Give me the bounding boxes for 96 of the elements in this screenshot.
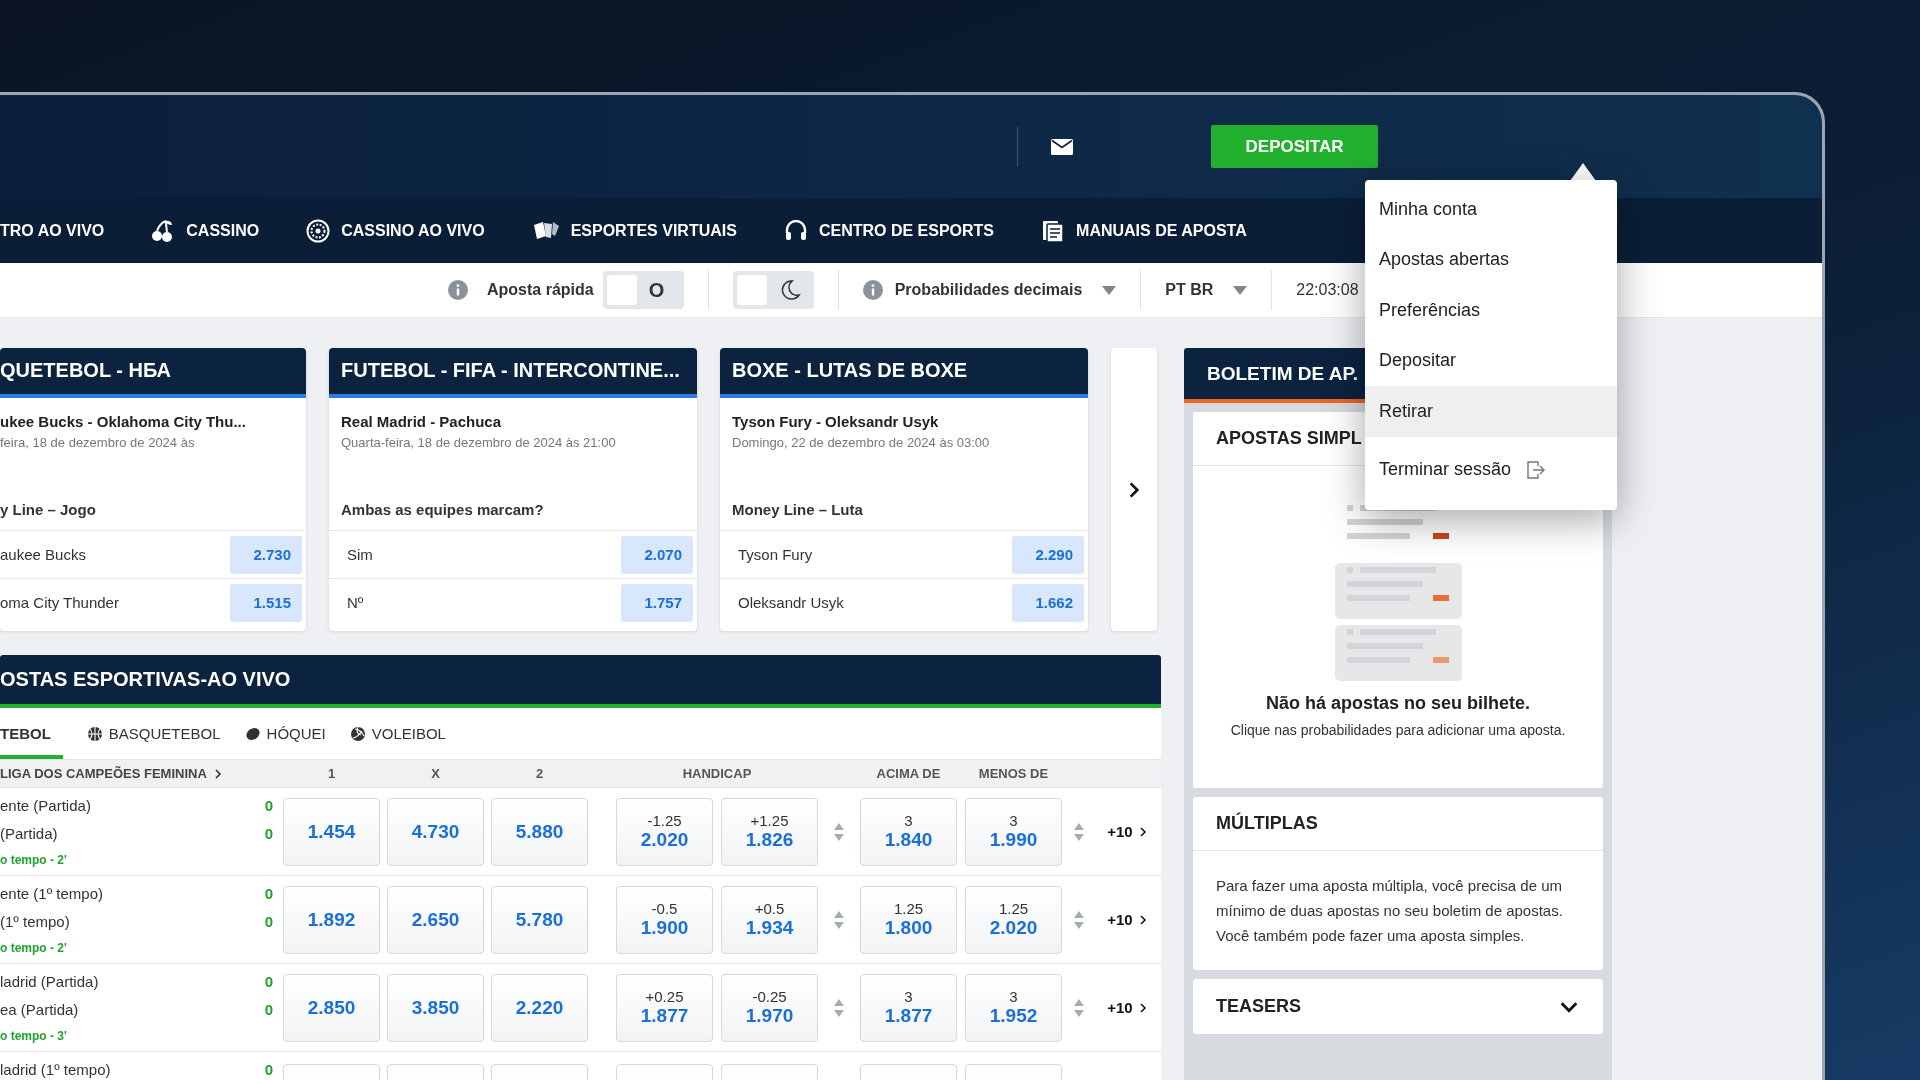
match-time: o tempo - 2' <box>0 853 68 867</box>
odds-button[interactable]: 5.780 <box>491 885 588 954</box>
empty-hint: Clique nas probabilidades para adicionar uma aposta. <box>1229 722 1567 740</box>
language-select[interactable]: PT BR <box>1165 281 1248 299</box>
section-heading: MÚLTIPLAS <box>1193 797 1603 851</box>
sport-tab[interactable]: BASQUETEBOL <box>86 708 221 759</box>
odds-button[interactable]: 3.850 <box>387 973 484 1042</box>
match-time: o tempo - 2' <box>0 941 68 955</box>
market-label: Ambas as equipes marcam? <box>341 501 545 518</box>
odds-button[interactable]: 1.662 <box>1012 583 1084 622</box>
selection-name: Nº <box>347 594 364 611</box>
score: 0 <box>264 797 274 816</box>
nav-link[interactable]: CASSINO <box>151 218 260 243</box>
match-title: Real Madrid - Pachuca <box>341 413 503 430</box>
nav-link[interactable]: TRO AO VIVO <box>0 221 105 240</box>
match-title: Tyson Fury - Oleksandr Usyk <box>732 413 940 430</box>
team-name: (Partida) <box>0 825 59 844</box>
clock-time: 22:03:08 <box>1296 281 1359 299</box>
sport-tab[interactable]: HÓQUEI <box>244 708 326 759</box>
odds-button[interactable]: 2.220 <box>491 973 588 1042</box>
odds-button[interactable]: 1.25 2.020 <box>965 885 1062 954</box>
odds-button[interactable]: 3 1.990 <box>965 797 1062 866</box>
column-header: 1 <box>327 766 336 781</box>
selection-name: Tyson Fury <box>738 546 813 563</box>
odds-button[interactable]: -0.25 1.970 <box>721 973 818 1042</box>
match-date: Quarta-feira, 18 de dezembro de 2024 às 21:00 <box>341 435 616 450</box>
score: 0 <box>264 885 274 904</box>
odds-button[interactable]: 3 1.877 <box>860 973 957 1042</box>
odds-button[interactable]: 3 1.840 <box>860 797 957 866</box>
team-name: ente (1º tempo) <box>0 885 105 904</box>
column-header: MENOS DE <box>978 766 1049 781</box>
nav-link[interactable]: ESPORTES VIRTUAIS <box>531 218 737 243</box>
team-name: ladrid (1º tempo) <box>0 1061 112 1080</box>
score: 0 <box>264 825 274 844</box>
nav-link[interactable]: MANUAIS DE APOSTA <box>1041 218 1247 243</box>
menu-item[interactable]: Retirar <box>1365 386 1617 437</box>
team-name: (1º tempo) <box>0 913 71 932</box>
odds-button[interactable]: 1.892 <box>283 885 380 954</box>
card-title: BOXE - LUTAS DE BOXE <box>720 348 1088 398</box>
odds-button[interactable]: +1.25 1.826 <box>721 797 818 866</box>
menu-item[interactable]: Preferências <box>1365 285 1617 336</box>
more-markets-link[interactable]: +10 <box>1107 911 1149 928</box>
score: 0 <box>264 1001 274 1020</box>
match-date: feira, 18 de dezembro de 2024 às <box>0 435 196 450</box>
empty-message: Não há apostas no seu bilhete. <box>1264 693 1532 714</box>
score: 0 <box>264 1061 274 1080</box>
column-header: X <box>431 766 440 781</box>
nav-link[interactable]: CASSINO AO VIVO <box>306 218 485 243</box>
team-name: ladrid (Partida) <box>0 973 100 992</box>
match-date: Domingo, 22 de dezembro de 2024 às 03:00 <box>732 435 991 450</box>
odds-button[interactable]: +0.5 1.934 <box>721 885 818 954</box>
match-time: o tempo - 3' <box>0 1029 68 1043</box>
more-markets-link[interactable]: +10 <box>1107 999 1149 1016</box>
card-title: QUETEBOL - НБА <box>0 348 306 398</box>
match-title: ukee Bucks - Oklahoma City Thu... <box>0 413 247 430</box>
odds-button[interactable]: 5.880 <box>491 797 588 866</box>
odds-button[interactable]: 2.730 <box>230 535 302 574</box>
menu-item[interactable]: Apostas abertas <box>1365 234 1617 285</box>
odds-button[interactable]: 2.290 <box>1012 535 1084 574</box>
column-header: HANDICAP <box>682 766 752 781</box>
selection-name: Oleksandr Usyk <box>738 594 844 611</box>
quick-bet-toggle[interactable]: O <box>602 271 684 309</box>
menu-item[interactable]: Minha conta <box>1365 184 1617 235</box>
market-label: Money Line – Luta <box>732 501 864 518</box>
odds-button[interactable]: +0.25 1.877 <box>616 973 713 1042</box>
odds-button[interactable]: 1.25 1.800 <box>860 885 957 954</box>
odds-button[interactable]: 2.650 <box>387 885 484 954</box>
odds-button[interactable]: 3 1.952 <box>965 973 1062 1042</box>
selection-name: aukee Bucks <box>0 546 86 563</box>
team-name: ente (Partida) <box>0 797 92 816</box>
teasers-toggle[interactable]: TEASERS <box>1193 979 1603 1034</box>
card-title: FUTEBOL - FIFA - INTERCONTINE... <box>329 348 697 398</box>
column-header: ACIMA DE <box>876 766 941 781</box>
selection-name: oma City Thunder <box>0 594 119 611</box>
odds-format-select[interactable]: Probabilidades decimais <box>894 281 1117 299</box>
odds-button[interactable]: -0.5 1.900 <box>616 885 713 954</box>
info-paragraph: Para fazer uma aposta múltipla, você precisa de um mínimo de duas apostas no seu boletim de apostas. Você também pode fazer uma aposta simples. <box>1215 876 1564 946</box>
odds-button[interactable]: 2.070 <box>621 535 693 574</box>
column-header: 2 <box>535 766 544 781</box>
odds-button[interactable]: 4.730 <box>387 797 484 866</box>
market-label: y Line – Jogo <box>0 501 97 518</box>
odds-button[interactable]: 1.757 <box>621 583 693 622</box>
odds-button[interactable]: 1.454 <box>283 797 380 866</box>
league-link[interactable]: LIGA DOS CAMPEÕES FEMININA <box>0 766 283 781</box>
quick-bet-label: Aposta rápida <box>487 281 594 299</box>
odds-button[interactable]: -1.25 2.020 <box>616 797 713 866</box>
score: 0 <box>264 973 274 992</box>
selection-name: Sim <box>347 546 373 563</box>
odds-button[interactable]: 2.850 <box>283 973 380 1042</box>
odds-button[interactable]: 1.515 <box>230 583 302 622</box>
nav-link[interactable]: CENTRO DE ESPORTS <box>783 218 995 243</box>
section-title: OSTAS ESPORTIVAS-AO VIVO <box>0 655 1161 708</box>
team-name: ea (Partida) <box>0 1001 80 1020</box>
score: 0 <box>264 913 274 932</box>
sport-tab[interactable]: VOLEIBOL <box>349 708 446 759</box>
more-markets-link[interactable]: +10 <box>1107 823 1149 840</box>
